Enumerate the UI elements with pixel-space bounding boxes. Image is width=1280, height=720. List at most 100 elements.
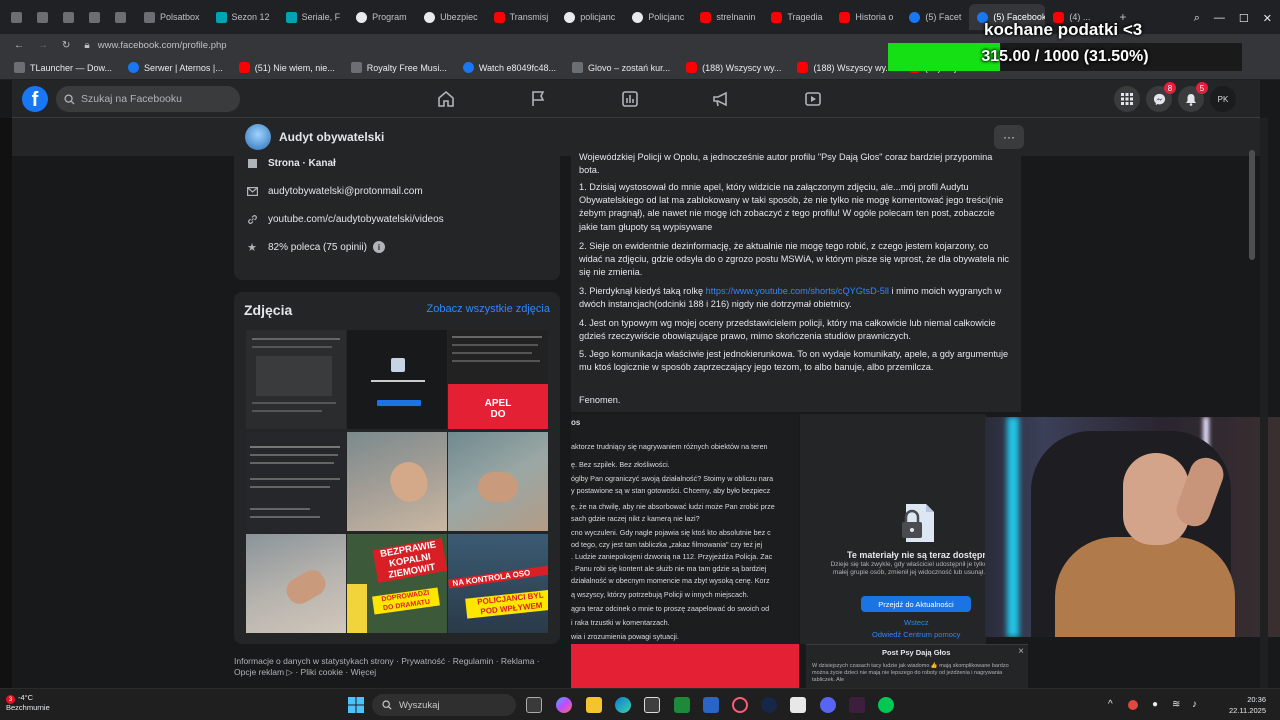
page-avatar[interactable] [245,124,271,150]
info-icon[interactable]: i [372,241,385,253]
browser-tab[interactable] [32,4,58,30]
bookmark-label: Glovo – zostań kur... [588,62,671,73]
weather-widget[interactable]: 3 -4°C Bezchmurnie [6,693,50,713]
bookmark-item[interactable]: Watch e8049fc48... [462,62,556,73]
browser-tab[interactable]: Seriale, F [278,4,349,30]
post-paragraph-5: 5. Jego komunikacja właściwie jest jedno… [579,349,1009,373]
wifi-icon[interactable]: ≋ [1172,699,1180,710]
url-field[interactable]: www.facebook.com/profile.php [98,40,227,51]
scrollbar-thumb[interactable] [1249,150,1255,260]
steam-icon[interactable] [761,697,777,713]
browser-tab[interactable]: Policjanc [624,4,692,30]
maximize-button[interactable]: ☐ [1239,12,1249,25]
notifications-icon[interactable]: 5 [1178,82,1208,112]
browser-tab[interactable]: Tragedia [763,4,831,30]
bookmark-item[interactable]: (51) Nie wiem, nie... [238,62,335,73]
page-name[interactable]: Audyt obywatelski [279,130,384,144]
vscode-icon[interactable] [703,697,719,713]
reload-icon[interactable]: ↻ [62,40,70,51]
close-window-button[interactable]: ✕ [1263,12,1272,25]
tab-favicon-icon [11,11,22,23]
lock-icon: 🔒︎ [84,39,90,51]
back-icon[interactable]: ← [14,40,24,51]
back-link[interactable]: Wstecz [904,618,929,627]
intro-website[interactable]: youtube.com/c/audytobywatelski/videos [268,214,444,225]
browser-tab[interactable] [110,4,136,30]
footer-links[interactable]: Informacje o danych w statystykach stron… [234,656,564,678]
minimize-button[interactable]: — [1214,12,1225,25]
microphone-icon[interactable]: ● [1152,699,1158,710]
browser-tab[interactable]: Sezon 12 [208,4,278,30]
photo-thumb-9[interactable]: NA KONTROLA OSO POLICJANCI BYL POD WPŁYW… [448,534,548,633]
browser-tab[interactable]: Historia o [831,4,901,30]
help-center-link[interactable]: Odwiedź Centrum pomocy [872,630,960,639]
browser-tab[interactable]: Program [348,4,416,30]
browser-tab[interactable]: Polsatbox [136,4,208,30]
windows-taskbar: 3 -4°C Bezchmurnie Wyszukaj ^ ● ≋ ♪ 20:3… [0,688,1280,720]
browser-tab[interactable]: Transmisj [486,4,557,30]
post-popup: Post Psy Dają Głos × W dzisiejszych czas… [806,644,1028,688]
intro-email[interactable]: audytobywatelski@protonmail.com [268,186,423,197]
photo-thumb-4[interactable] [246,432,346,531]
profile-avatar[interactable]: PK [1210,86,1236,112]
messenger-icon[interactable]: 8 [1146,82,1176,112]
facebook-search[interactable]: Szukaj na Facebooku [56,86,240,112]
browser-tab[interactable] [58,4,84,30]
browser-tab[interactable] [84,4,110,30]
tray-app-icon[interactable] [1128,700,1138,710]
photo-thumb-6[interactable] [448,432,548,531]
notifications-badge: 5 [1196,82,1208,94]
bookmark-item[interactable]: (188) Wszyscy wy... [797,62,893,73]
bookmark-item[interactable]: TLauncher — Dow... [14,62,112,73]
close-icon[interactable]: × [1018,646,1024,657]
app-green-icon[interactable] [878,697,894,713]
insights-icon[interactable] [620,89,640,109]
home-icon[interactable] [436,89,456,109]
more-options-button[interactable]: ··· [994,125,1024,149]
page-scrollbar[interactable] [1260,118,1268,688]
search-tabs-icon[interactable]: ⌕ [1194,12,1200,25]
browser-tab[interactable]: (5) Facet [901,4,969,30]
volume-icon[interactable]: ♪ [1192,699,1197,710]
opera-icon[interactable] [732,697,748,713]
post-card: Wojewódzkiej Policji w Opolu, a jednocze… [571,150,1021,412]
edge-icon[interactable] [615,697,631,713]
bookmark-item[interactable]: Royalty Free Musi... [350,62,447,73]
tray-expand-icon[interactable]: ^ [1108,699,1113,710]
forward-icon[interactable]: → [38,40,48,51]
excel-icon[interactable] [674,697,690,713]
shared-post-line: ągra teraz odcinek o mnie to proszę zaap… [571,604,770,613]
photo-thumb-5[interactable] [347,432,447,531]
facebook-logo-icon[interactable]: f [22,86,48,112]
obs-app-icon[interactable] [790,697,806,713]
copilot-icon[interactable] [556,697,572,713]
photo-thumb-1[interactable] [246,330,346,429]
go-to-feed-button[interactable]: Przejdź do Aktualności [861,596,971,612]
bookmark-item[interactable]: Glovo – zostań kur... [572,62,670,73]
taskbar-clock[interactable]: 20:36 22.11.2025 [1229,694,1266,716]
browser-tab[interactable] [6,4,32,30]
photo-thumb-2[interactable] [347,330,447,429]
task-view-icon[interactable] [526,697,542,713]
tab-label: Policjanc [648,12,685,22]
bookmark-item[interactable]: (188) Wszyscy wy... [686,62,781,73]
youtube-shorts-link[interactable]: https://www.youtube.com/shorts/cQYGtsD-5… [706,286,889,296]
app-icon[interactable] [849,697,865,713]
megaphone-icon[interactable] [711,89,731,109]
see-all-photos-link[interactable]: Zobacz wszystkie zdjęcia [427,303,551,315]
bookmark-item[interactable]: Serwer | Aternos |... [128,62,223,73]
flag-icon[interactable] [528,89,548,109]
discord-icon[interactable] [820,697,836,713]
store-icon[interactable] [644,697,660,713]
windows-start-icon[interactable] [348,697,364,713]
browser-tab[interactable]: strelnanin [692,4,763,30]
file-explorer-icon[interactable] [586,697,602,713]
browser-tab[interactable]: policjanc [556,4,624,30]
photo-thumb-8[interactable]: BEZPRAWIE KOPALNI ZIEMOWIT DOPROWADZI DO… [347,534,447,633]
browser-tab[interactable]: Ubezpiec [416,4,486,30]
menu-grid-icon[interactable] [1114,86,1140,112]
taskbar-search[interactable]: Wyszukaj [372,694,516,716]
video-icon[interactable] [803,89,823,109]
photo-thumb-7[interactable] [246,534,346,633]
photo-thumb-3[interactable]: APEL DO [448,330,548,429]
